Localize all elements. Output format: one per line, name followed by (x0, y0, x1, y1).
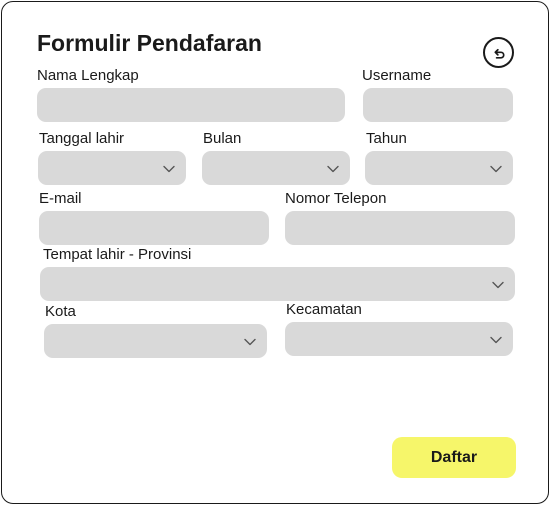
chevron-down-icon (244, 338, 256, 346)
tahun-label: Tahun (366, 130, 407, 147)
username-input[interactable] (363, 88, 513, 122)
nama-lengkap-label: Nama Lengkap (37, 67, 139, 84)
nama-lengkap-input[interactable] (37, 88, 345, 122)
kecamatan-select[interactable] (285, 322, 513, 356)
bulan-select[interactable] (202, 151, 350, 185)
nomor-telepon-input[interactable] (285, 211, 515, 245)
tempat-lahir-label: Tempat lahir - Provinsi (43, 246, 192, 263)
form-title: Formulir Pendafaran (37, 30, 262, 56)
tahun-select[interactable] (365, 151, 513, 185)
chevron-down-icon (492, 281, 504, 289)
undo-icon (494, 48, 505, 59)
tempat-lahir-provinsi-select[interactable] (40, 267, 515, 301)
kecamatan-label: Kecamatan (286, 301, 362, 318)
reset-button[interactable] (483, 37, 514, 68)
chevron-down-icon (490, 336, 502, 344)
chevron-down-icon (327, 165, 339, 173)
tanggal-lahir-label: Tanggal lahir (39, 130, 125, 147)
registration-form-card: Formulir Pendafaran Nama Lengkap Usernam… (1, 1, 549, 504)
username-label: Username (362, 67, 432, 84)
daftar-button[interactable]: Daftar (392, 437, 516, 478)
chevron-down-icon (490, 165, 502, 173)
nomor-telepon-label: Nomor Telepon (285, 190, 387, 207)
email-label: E-mail (39, 190, 82, 207)
kota-label: Kota (45, 303, 76, 320)
bulan-label: Bulan (203, 130, 242, 147)
kota-select[interactable] (44, 324, 267, 358)
tanggal-lahir-select[interactable] (38, 151, 186, 185)
email-input[interactable] (39, 211, 269, 245)
chevron-down-icon (163, 165, 175, 173)
